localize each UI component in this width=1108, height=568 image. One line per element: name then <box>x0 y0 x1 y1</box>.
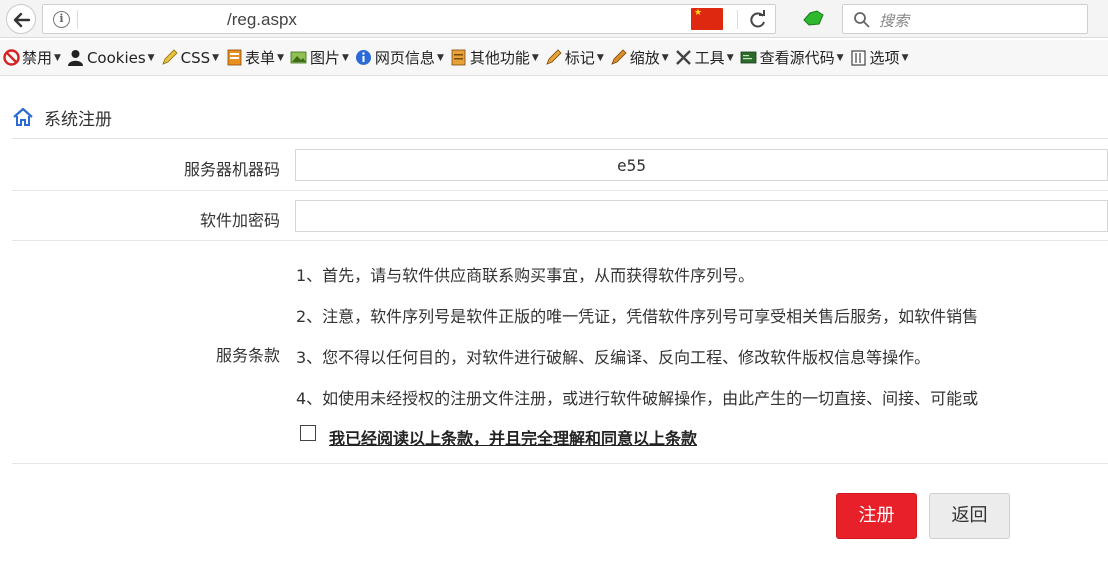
divider <box>12 138 1108 139</box>
developer-toolbar: 禁用 ▼ Cookies ▼ CSS ▼ 表单 ▼ 图片 ▼ 网页信息 ▼ 其他功能 ▼ <box>0 40 1108 76</box>
chevron-down-icon: ▼ <box>212 52 220 63</box>
form-icon <box>225 49 243 67</box>
toolbar-item-label: 标记 <box>564 49 595 67</box>
arrow-left-icon <box>13 12 31 28</box>
toolbar-item-images[interactable]: 图片 ▼ <box>290 47 349 68</box>
chevron-down-icon: ▼ <box>726 52 734 63</box>
chevron-down-icon: ▼ <box>596 52 604 63</box>
search-placeholder: 搜索 <box>879 12 910 30</box>
chevron-down-icon: ▼ <box>531 52 539 63</box>
chevron-down-icon: ▼ <box>277 52 284 63</box>
toolbar-item-forms[interactable]: 表单 ▼ <box>225 47 284 68</box>
terms-label: 服务条款 <box>215 346 280 365</box>
machine-code-label: 服务器机器码 <box>183 160 280 179</box>
machine-code-input[interactable] <box>295 149 1108 181</box>
chevron-down-icon: ▼ <box>836 52 844 63</box>
image-icon <box>290 49 308 67</box>
toolbar-item-outline[interactable]: 标记 ▼ <box>545 47 604 68</box>
search-box[interactable]: 搜索 <box>842 4 1088 34</box>
toolbar-item-label: 禁用 <box>22 49 53 67</box>
toolbar-item-label: 工具 <box>694 49 725 67</box>
divider <box>77 10 78 29</box>
toolbar-item-label: 缩放 <box>629 49 660 67</box>
divider <box>12 240 1108 241</box>
info-icon <box>355 49 373 67</box>
address-bar[interactable]: i /reg.aspx ★ <box>42 4 776 34</box>
divider <box>12 190 1108 191</box>
divider <box>737 10 738 29</box>
back-button[interactable] <box>6 4 36 34</box>
agree-checkbox[interactable] <box>300 425 316 441</box>
toolbar-item-cookies[interactable]: Cookies ▼ <box>67 49 155 67</box>
toolbar-item-view-source[interactable]: 查看源代码 ▼ <box>740 47 844 68</box>
toolbar-item-options[interactable]: 选项 ▼ <box>850 47 909 68</box>
register-button[interactable]: 注册 <box>836 493 917 539</box>
toolbar-item-label: CSS <box>180 48 211 67</box>
extension-icon[interactable] <box>801 7 827 29</box>
toolbar-item-label: 其他功能 <box>469 49 530 67</box>
encrypt-code-input[interactable] <box>295 200 1108 232</box>
terms-item: 3、您不得以任何目的，对软件进行破解、反编译、反向工程、修改软件版权信息等操作。 <box>296 348 931 367</box>
toolbar-item-label: 表单 <box>245 49 276 67</box>
terms-item: 1、首先，请与软件供应商联系购买事宜，从而获得软件序列号。 <box>296 266 755 285</box>
reload-icon[interactable] <box>748 10 768 30</box>
browser-navbar: i /reg.aspx ★ 搜索 <box>0 0 1108 38</box>
back-link-button[interactable]: 返回 <box>929 493 1010 539</box>
toolbar-item-label: Cookies <box>86 48 146 67</box>
china-flag-icon[interactable]: ★ <box>691 8 723 30</box>
search-icon <box>854 12 870 28</box>
chevron-down-icon: ▼ <box>436 52 444 63</box>
toolbar-item-label: 查看源代码 <box>759 49 835 67</box>
chevron-down-icon: ▼ <box>661 52 669 63</box>
home-icon <box>13 107 33 126</box>
pencil-icon <box>161 49 179 67</box>
toolbar-item-page-info[interactable]: 网页信息 ▼ <box>355 47 444 68</box>
chevron-down-icon: ▼ <box>342 52 349 63</box>
toolbar-item-label: 网页信息 <box>374 49 435 67</box>
toolbar-item-resize[interactable]: 缩放 ▼ <box>610 47 669 68</box>
chevron-down-icon: ▼ <box>901 52 909 63</box>
toolbar-item-label: 图片 <box>309 49 340 67</box>
agree-label[interactable]: 我已经阅读以上条款，并且完全理解和同意以上条款 <box>329 425 697 449</box>
toolbar-item-misc[interactable]: 其他功能 ▼ <box>450 47 539 68</box>
chevron-down-icon: ▼ <box>54 52 61 63</box>
chevron-down-icon: ▼ <box>147 52 155 63</box>
divider <box>12 463 1108 464</box>
url-text[interactable]: /reg.aspx <box>227 10 297 30</box>
tools-icon <box>675 49 693 67</box>
page-title: 系统注册 <box>44 110 112 130</box>
page-header: 系统注册 <box>12 100 1108 136</box>
misc-icon <box>450 49 468 67</box>
toolbar-item-disable[interactable]: 禁用 ▼ <box>2 47 61 68</box>
toolbar-item-label: 选项 <box>869 49 900 67</box>
terms-item: 4、如使用未经授权的注册文件注册，或进行软件破解操作，由此产生的一切直接、间接、… <box>296 389 979 408</box>
site-info-icon[interactable]: i <box>53 11 70 28</box>
resize-icon <box>610 49 628 67</box>
source-icon <box>740 49 758 67</box>
terms-item: 2、注意，软件序列号是软件正版的唯一凭证，凭借软件序列号可享受相关售后服务，如软… <box>296 307 979 326</box>
toolbar-item-tools[interactable]: 工具 ▼ <box>675 47 734 68</box>
options-icon <box>850 49 868 67</box>
marker-icon <box>545 49 563 67</box>
encrypt-code-label: 软件加密码 <box>199 211 280 230</box>
disable-icon <box>2 49 20 67</box>
user-icon <box>67 49 85 67</box>
toolbar-item-css[interactable]: CSS ▼ <box>161 49 219 67</box>
